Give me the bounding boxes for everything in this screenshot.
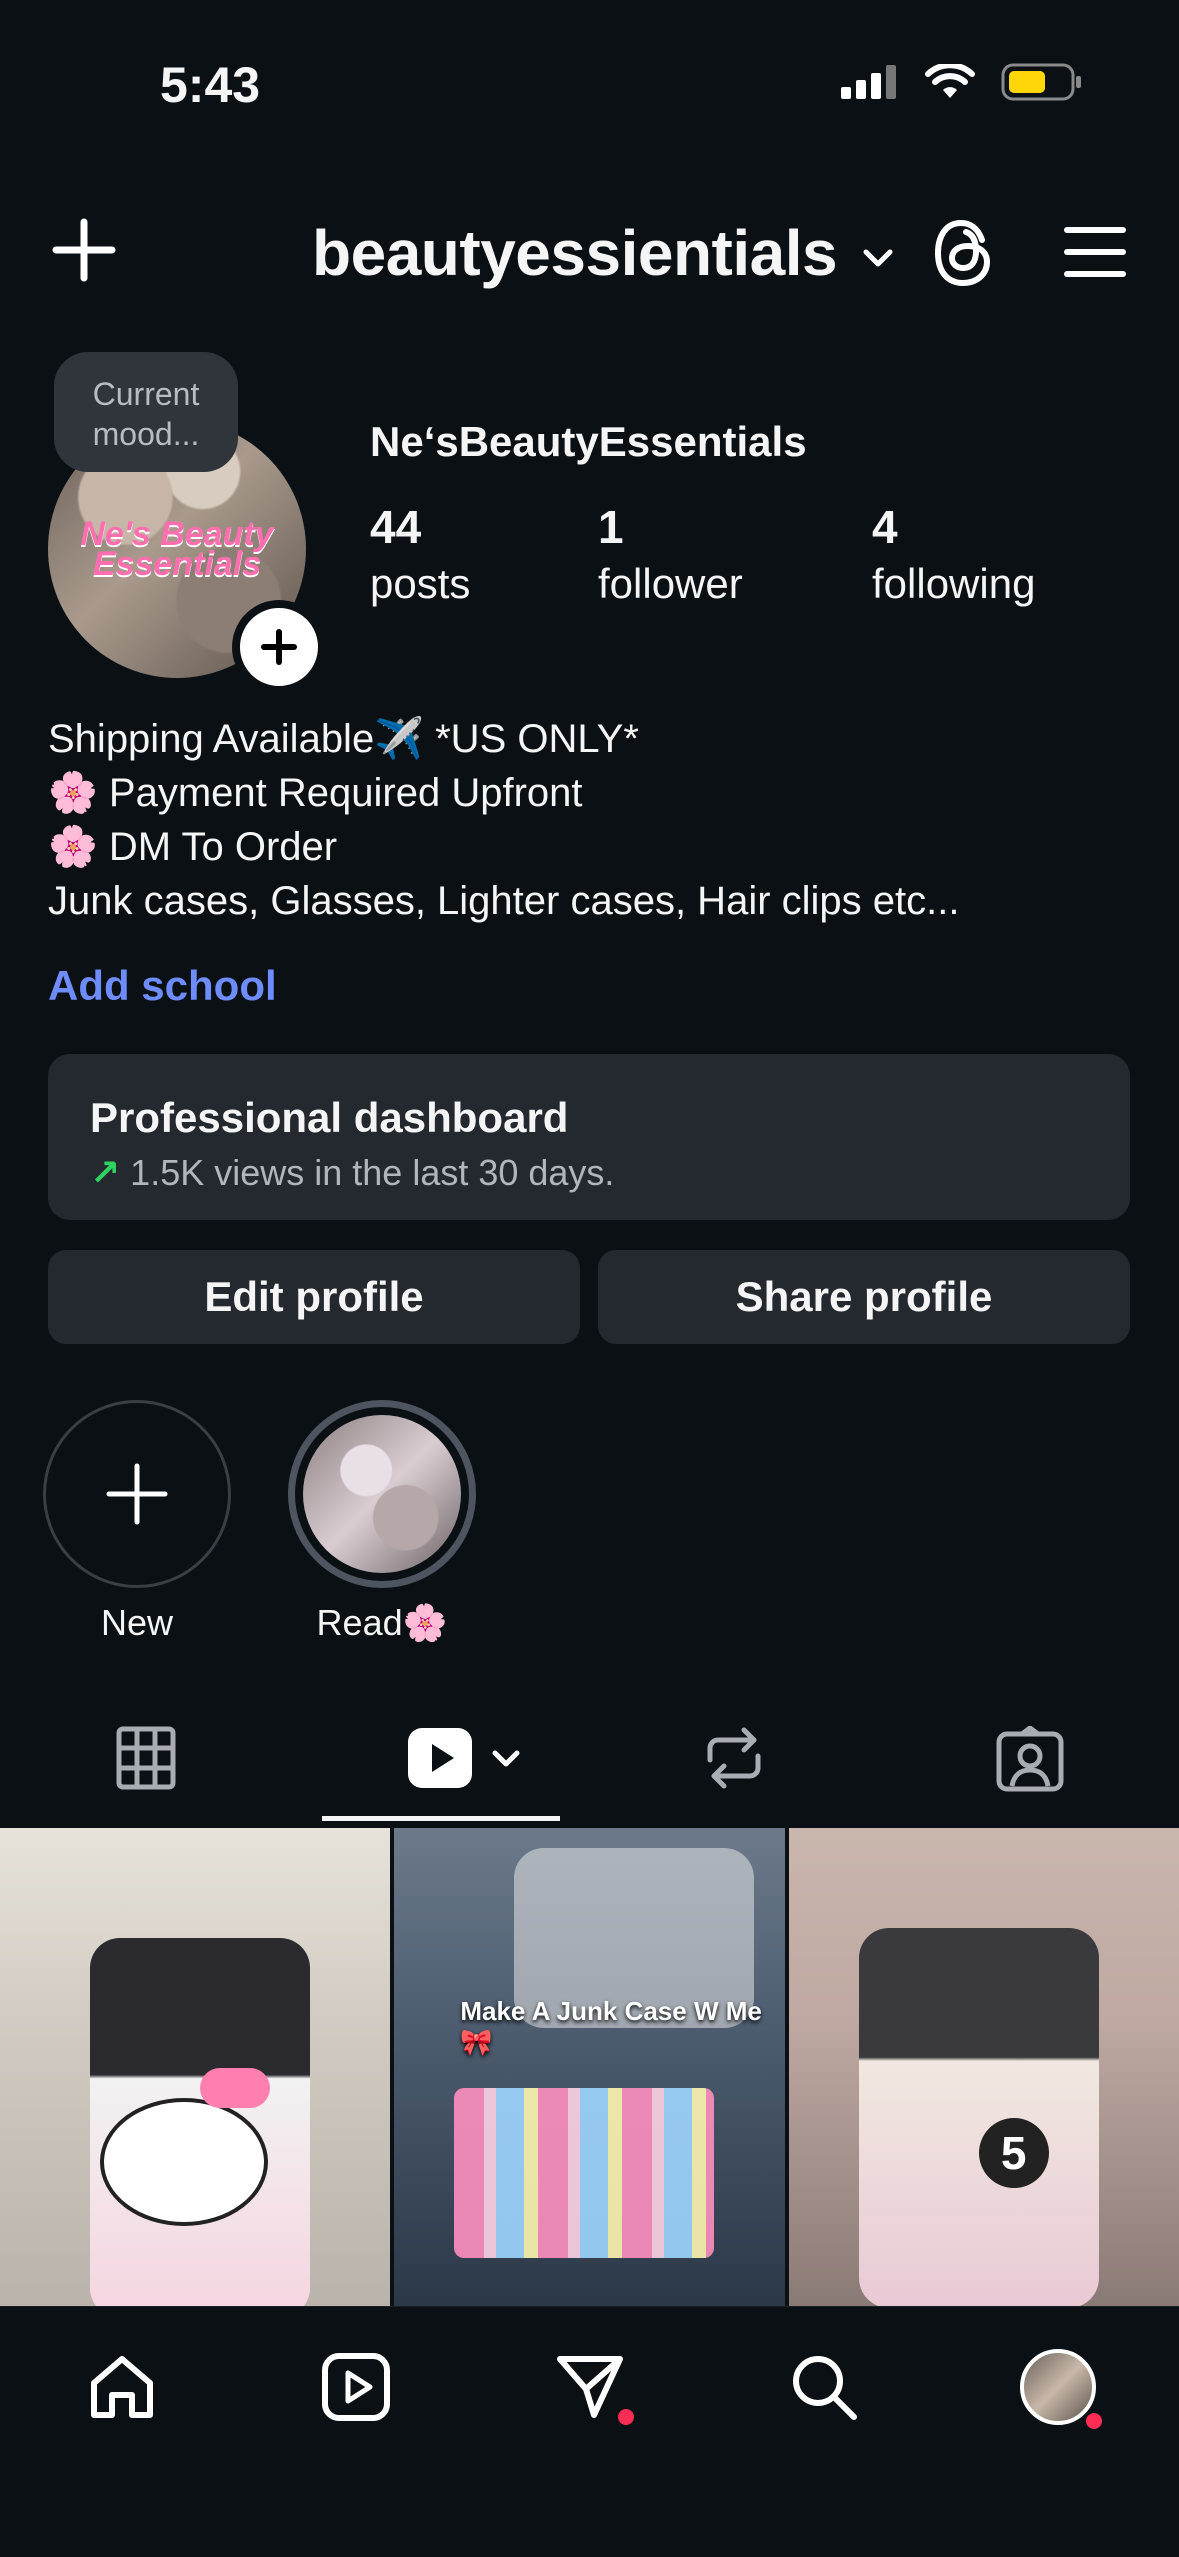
reel-thumbnail[interactable] — [0, 1828, 391, 2306]
highlight-cover-image — [303, 1415, 461, 1573]
notification-dot — [1086, 2413, 1102, 2429]
create-button[interactable] — [48, 214, 120, 286]
stat-label: follower — [598, 560, 743, 607]
status-time: 5:43 — [160, 57, 261, 113]
reels-icon — [322, 2353, 390, 2421]
reels-grid: Make A Junk Case W Me 🎀 5 — [0, 1828, 1179, 2306]
decorated-case-image — [858, 1928, 1099, 2306]
account-switcher[interactable]: beautyessientials — [312, 216, 896, 290]
bio-line: 🌸 Payment Required Upfront — [48, 771, 583, 815]
stat-label: following — [872, 560, 1036, 607]
chevron-down-icon — [492, 1750, 520, 1767]
note-bubble[interactable]: Current mood... — [54, 352, 238, 472]
dashboard-title: Professional dashboard — [90, 1094, 569, 1141]
new-highlight-button[interactable] — [43, 1400, 231, 1588]
search-icon — [793, 2356, 857, 2420]
dashboard-subtitle: ↗ 1.5K views in the last 30 days. — [90, 1152, 614, 1194]
profile-avatar-icon — [1020, 2349, 1096, 2425]
character-image — [100, 2098, 268, 2226]
bio-line: Shipping Available✈️ *US ONLY* — [48, 717, 639, 761]
tagged-person-icon — [996, 1725, 1064, 1792]
reel-caption: Make A Junk Case W Me 🎀 — [460, 1996, 762, 2057]
trend-up-icon: ↗ — [90, 1152, 121, 1193]
bow-image — [200, 2068, 270, 2108]
bio-line: 🌸 DM To Order — [48, 825, 338, 869]
plus-icon — [261, 629, 297, 665]
highlight-read[interactable] — [288, 1400, 476, 1588]
threads-button[interactable] — [930, 218, 996, 288]
reels-icon — [408, 1728, 472, 1788]
chevron-down-icon — [863, 249, 893, 267]
share-profile-button[interactable]: Share profile — [598, 1250, 1130, 1344]
stat-followers[interactable]: 1 follower — [598, 500, 743, 608]
hamburger-menu-icon — [1064, 227, 1126, 277]
reel-thumbnail[interactable]: 5 — [788, 1828, 1179, 2306]
bio: Shipping Available✈️ *US ONLY* 🌸 Payment… — [48, 712, 959, 928]
tab-reels[interactable] — [406, 1726, 522, 1790]
battery-icon — [1001, 63, 1081, 101]
avatar-logo-text: Ne's Beauty Essentials — [80, 515, 274, 583]
grid-icon — [116, 1726, 176, 1790]
nav-reels[interactable] — [316, 2347, 396, 2427]
tab-reposts[interactable] — [700, 1726, 768, 1795]
edit-profile-button[interactable]: Edit profile — [48, 1250, 580, 1344]
nav-profile[interactable] — [1018, 2347, 1102, 2429]
professional-dashboard-card[interactable]: Professional dashboard ↗ 1.5K views in th… — [48, 1054, 1130, 1220]
add-school-link[interactable]: Add school — [48, 962, 277, 1010]
stat-value: 1 — [598, 501, 624, 553]
direct-message-icon — [557, 2356, 623, 2418]
display-name: Ne‘sBeautyEssentials — [370, 418, 807, 465]
plus-icon — [52, 218, 116, 282]
home-icon — [91, 2356, 153, 2418]
stat-value: 44 — [370, 501, 422, 553]
plus-icon — [106, 1463, 168, 1525]
wifi-icon — [925, 64, 975, 98]
repost-icon — [707, 1727, 761, 1789]
highlight-label: New — [100, 1602, 174, 1643]
active-tab-indicator — [322, 1816, 560, 1821]
stat-value: 4 — [872, 501, 898, 553]
nav-messages[interactable] — [550, 2347, 634, 2427]
tab-tagged[interactable] — [996, 1725, 1064, 1797]
add-story-button[interactable] — [232, 600, 326, 694]
username-label: beautyessientials — [312, 217, 838, 289]
bottom-navigation — [0, 2306, 1179, 2557]
bio-line[interactable]: Junk cases, Glasses, Lighter cases, Hair… — [48, 874, 959, 928]
nav-home[interactable] — [82, 2347, 162, 2427]
reel-thumbnail[interactable]: Make A Junk Case W Me 🎀 — [394, 1828, 785, 2306]
bead-organizer-image — [454, 2088, 715, 2258]
threads-icon — [934, 219, 991, 287]
highlight-label: Read🌸 — [316, 1602, 448, 1643]
cellular-signal-icon — [841, 65, 896, 99]
number-five-charm-image: 5 — [978, 2118, 1049, 2188]
dashboard-views-text: 1.5K views in the last 30 days. — [130, 1152, 615, 1193]
menu-button[interactable] — [1064, 224, 1126, 280]
tab-grid[interactable] — [116, 1726, 176, 1795]
nav-search[interactable] — [784, 2347, 864, 2427]
status-icons — [841, 62, 1083, 102]
notification-dot — [618, 2409, 634, 2425]
stat-following[interactable]: 4 following — [872, 500, 1035, 608]
stat-label: posts — [370, 560, 471, 607]
stat-posts[interactable]: 44 posts — [370, 500, 470, 608]
